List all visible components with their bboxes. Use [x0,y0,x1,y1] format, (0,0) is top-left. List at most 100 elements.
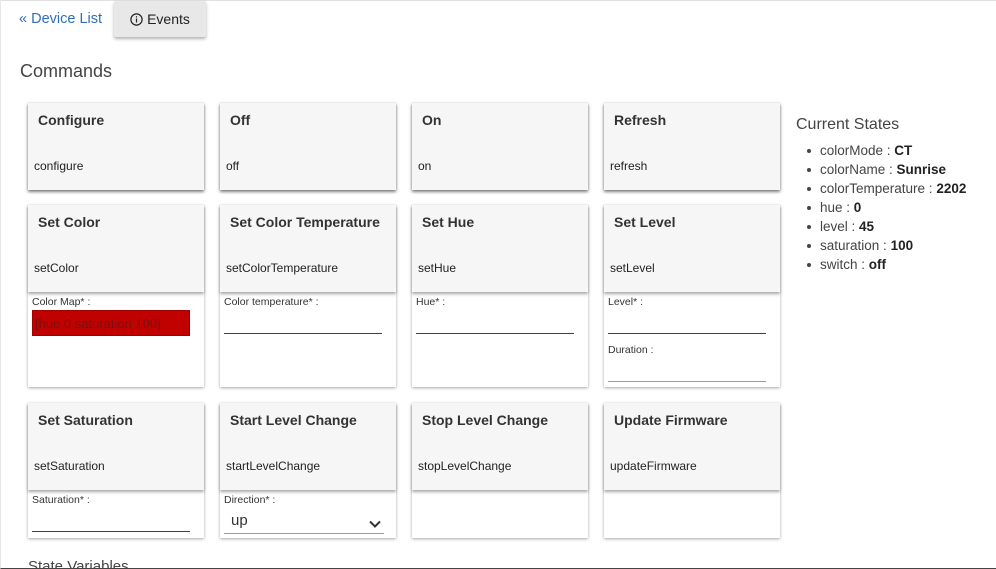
color-temperature-label: Color temperature* : [224,296,319,308]
state-item: colorTemperature : 2202 [806,181,967,196]
command-name: setLevel [610,261,655,275]
command-name: setSaturation [34,459,105,473]
state-item: colorName : Sunrise [806,160,966,179]
state-value: Sunrise [896,162,947,177]
update-firmware-button[interactable]: Update Firmware updateFirmware [604,403,780,490]
color-temperature-input[interactable] [224,312,382,334]
duration-field: Duration : [608,344,766,382]
command-card-start-level-change: Start Level Change startLevelChange Dire… [220,403,396,538]
color-map-field: Color Map* : [hue 0 saturation 100] [32,296,190,336]
state-item: colorMode : CT [806,141,966,160]
current-states-panel: Current States colorMode : CT colorName … [796,116,966,274]
set-color-temperature-button[interactable]: Set Color Temperature setColorTemperatur… [220,205,396,292]
command-title: Set Color Temperature [230,214,380,230]
stop-level-change-button[interactable]: Stop Level Change stopLevelChange [412,403,588,490]
start-level-change-button[interactable]: Start Level Change startLevelChange [220,403,396,490]
command-name: updateFirmware [610,459,697,473]
state-key: colorTemperature [820,181,926,196]
command-card-stop-level-change: Stop Level Change stopLevelChange [412,403,588,538]
top-bar: « Device List Events [1,0,996,40]
chevron-down-icon [368,514,382,528]
off-button[interactable]: Off off [220,103,396,190]
command-card-set-color-temperature: Set Color Temperature setColorTemperatur… [220,205,396,387]
command-name: setHue [418,261,457,275]
saturation-input[interactable] [32,510,190,532]
state-value: CT [894,143,913,158]
command-title: Update Firmware [614,412,728,428]
set-color-button[interactable]: Set Color setColor [28,205,204,292]
command-title: Set Hue [422,214,475,230]
state-value: 45 [859,219,875,234]
color-temperature-field: Color temperature* : [224,296,382,334]
hue-input[interactable] [416,312,574,334]
level-input[interactable] [608,312,766,334]
command-title: Set Level [614,214,676,230]
direction-selected-value: up [231,512,248,529]
state-value: off [868,257,887,272]
state-variables-heading: State Variables [28,558,129,569]
configure-button[interactable]: Configure configure [28,103,204,190]
saturation-label: Saturation* : [32,494,90,506]
state-item: hue : 0 [806,198,966,217]
state-key: colorName [820,162,886,177]
state-value: 0 [853,200,862,215]
command-title: Set Color [38,214,101,230]
command-card-set-level: Set Level setLevel Level* : Duration : [604,205,780,387]
set-level-button[interactable]: Set Level setLevel [604,205,780,292]
state-item: switch : off [806,255,966,274]
command-card-on: On on [412,103,588,190]
direction-field: Direction* : up [224,494,384,534]
color-map-label: Color Map* : [32,296,91,308]
state-item: saturation : 100 [806,236,966,255]
duration-input[interactable] [608,360,766,382]
command-card-update-firmware: Update Firmware updateFirmware [604,403,780,538]
command-title: Start Level Change [230,412,357,428]
command-card-refresh: Refresh refresh [604,103,780,190]
refresh-button[interactable]: Refresh refresh [604,103,780,190]
device-list-link[interactable]: « Device List [19,11,102,27]
command-title: Set Saturation [38,412,133,428]
on-button[interactable]: On on [412,103,588,190]
events-button[interactable]: Events [114,1,206,37]
command-title: Off [230,112,251,128]
state-key: level [820,219,848,234]
state-key: colorMode [820,143,884,158]
current-states-heading: Current States [796,116,900,133]
commands-heading: Commands [20,61,113,81]
set-hue-button[interactable]: Set Hue setHue [412,205,588,292]
command-name: configure [34,159,84,173]
command-title: Configure [38,112,105,128]
hue-field: Hue* : [416,296,574,334]
state-value: 2202 [936,181,967,196]
command-name: on [418,159,432,173]
command-card-set-color: Set Color setColor Color Map* : [hue 0 s… [28,205,204,387]
set-saturation-button[interactable]: Set Saturation setSaturation [28,403,204,490]
direction-select[interactable]: up [224,508,384,534]
command-name: startLevelChange [226,459,321,473]
command-name: off [226,159,240,173]
command-title: Stop Level Change [422,412,549,428]
command-card-set-hue: Set Hue setHue Hue* : [412,205,588,387]
command-card-off: Off off [220,103,396,190]
command-title: Refresh [614,112,667,128]
command-card-set-saturation: Set Saturation setSaturation Saturation*… [28,403,204,538]
state-item: level : 45 [806,217,966,236]
command-name: stopLevelChange [418,459,512,473]
level-field: Level* : [608,296,766,334]
command-name: setColor [34,261,79,275]
direction-label: Direction* : [224,494,276,506]
duration-label: Duration : [608,344,654,356]
state-key: saturation [820,238,880,253]
hue-label: Hue* : [416,296,446,308]
current-states-list: colorMode : CT colorName : Sunrise color… [806,141,967,274]
command-title: On [422,112,442,128]
saturation-field: Saturation* : [32,494,190,532]
command-card-configure: Configure configure [28,103,204,190]
info-icon [130,12,143,26]
state-value: 100 [890,238,914,253]
command-name: refresh [610,159,648,173]
color-map-input[interactable]: [hue 0 saturation 100] [32,310,190,336]
device-detail-page: « Device List Events Commands Configure … [0,0,996,569]
state-key: switch [820,257,858,272]
events-button-label: Events [147,11,190,27]
